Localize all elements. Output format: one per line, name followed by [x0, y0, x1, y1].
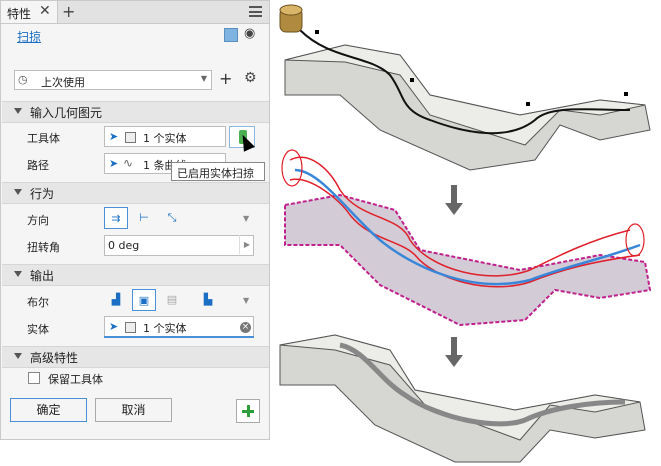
section-title: 输出: [30, 269, 55, 283]
section-advanced[interactable]: 高级特性: [2, 346, 269, 368]
path-label: 路径: [27, 159, 49, 172]
preview-body: [281, 149, 652, 327]
cube-icon: [224, 28, 238, 42]
tool-body-selector[interactable]: ➤ 1 个实体: [104, 126, 226, 147]
add-preset-icon[interactable]: +: [219, 69, 232, 88]
section-title: 输入几何图元: [30, 106, 103, 120]
body-icon: [125, 132, 136, 143]
properties-panel: 特性 ✕ + 扫掠 ◉ ◷ 上次使用 ▼ + ⚙ 输入几何图元 工具体 ➤ 1 …: [0, 0, 270, 440]
direction-path-button[interactable]: ⇉: [104, 207, 128, 229]
collapse-triangle-icon: [14, 353, 22, 359]
close-icon[interactable]: ✕: [39, 3, 51, 19]
body-icon: [125, 322, 136, 333]
tooltip-text: 已启用实体扫掠: [177, 167, 254, 180]
curve-icon: ∿: [123, 156, 134, 170]
ok-button[interactable]: 确定: [10, 398, 87, 422]
preset-dropdown[interactable]: ◷ 上次使用 ▼: [14, 70, 212, 90]
chevron-right-icon[interactable]: ▶: [239, 235, 254, 254]
tab-properties-label: 特性: [7, 7, 32, 21]
eye-icon[interactable]: ◉: [244, 26, 255, 41]
tab-properties[interactable]: 特性 ✕: [1, 1, 58, 23]
gear-icon[interactable]: ⚙: [244, 70, 257, 86]
select-arrow-icon: ➤: [109, 320, 119, 333]
chevron-down-icon[interactable]: ▼: [243, 296, 249, 305]
boolean-cut-button[interactable]: ▣: [132, 289, 156, 311]
direction-guide-button[interactable]: ⤡: [160, 207, 184, 229]
original-body: [279, 4, 651, 171]
clock-icon: ◷: [18, 73, 28, 86]
boolean-label: 布尔: [27, 296, 49, 309]
keep-tool-checkbox[interactable]: [28, 372, 40, 384]
menu-icon[interactable]: [249, 6, 262, 17]
tool-body-value: 1 个实体: [143, 132, 187, 145]
direction-parallel-button[interactable]: ⊢: [132, 207, 156, 229]
select-arrow-icon: ➤: [109, 157, 119, 170]
solid-value: 1 个实体: [143, 322, 187, 335]
twist-label: 扭转角: [27, 241, 60, 254]
active-underline: [104, 336, 254, 338]
tool-body-label: 工具体: [27, 132, 60, 145]
solid-selector[interactable]: ➤ 1 个实体: [104, 316, 254, 337]
tab-bar: 特性 ✕ +: [1, 1, 269, 24]
twist-angle-input[interactable]: 0 deg: [104, 235, 254, 256]
sweep-illustration: [279, 4, 652, 463]
preset-value: 上次使用: [41, 76, 85, 89]
command-name[interactable]: 扫掠: [17, 28, 41, 45]
down-arrow-icon: [445, 185, 463, 215]
collapse-triangle-icon: [14, 189, 22, 195]
apply-add-button[interactable]: [236, 399, 260, 423]
cancel-button[interactable]: 取消: [95, 398, 172, 422]
tooltip: 已启用实体扫掠: [171, 162, 265, 181]
keep-tool-label: 保留工具体: [48, 373, 103, 386]
direction-label: 方向: [27, 214, 49, 227]
clear-icon[interactable]: ×: [240, 322, 251, 333]
chevron-down-icon[interactable]: ▼: [243, 214, 249, 223]
section-behavior[interactable]: 行为: [2, 182, 269, 204]
add-tab-icon[interactable]: +: [62, 2, 75, 21]
section-title: 高级特性: [30, 351, 79, 365]
section-output[interactable]: 输出: [2, 264, 269, 286]
twist-value: 0 deg: [108, 239, 140, 252]
section-title: 行为: [30, 187, 55, 201]
collapse-triangle-icon: [14, 271, 22, 277]
boolean-new-solid-button[interactable]: ▙: [196, 289, 220, 311]
result-body: [279, 334, 646, 463]
boolean-intersect-button[interactable]: ▤: [160, 289, 184, 311]
solid-label: 实体: [27, 323, 49, 336]
boolean-join-button[interactable]: ▟: [104, 289, 128, 311]
section-input-geometry[interactable]: 输入几何图元: [2, 101, 269, 123]
down-arrow-icon: [445, 337, 463, 367]
chevron-down-icon: ▼: [200, 74, 207, 83]
collapse-triangle-icon: [14, 108, 22, 114]
select-arrow-icon: ➤: [109, 130, 119, 143]
